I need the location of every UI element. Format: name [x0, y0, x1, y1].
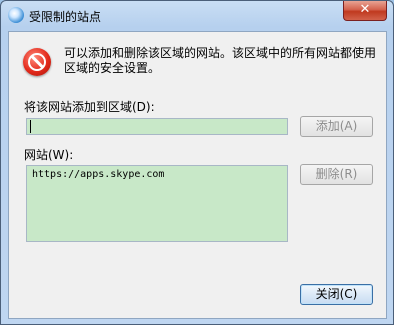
remove-button[interactable]: 删除(R) [300, 164, 373, 185]
add-button[interactable]: 添加(A) [300, 116, 373, 137]
text-caret [30, 120, 31, 133]
prohibited-icon [23, 48, 51, 76]
window-title: 受限制的站点 [29, 10, 102, 24]
add-site-label: 将该网站添加到区域(D): [24, 100, 155, 114]
info-message: 可以添加和删除该区域的网站。该区域中的所有网站都使用区域的安全设置。 [64, 46, 377, 75]
close-icon: ✕ [359, 2, 371, 17]
globe-icon [8, 7, 24, 23]
restricted-sites-dialog: 受限制的站点 ✕ 可以添加和删除该区域的网站。该区域中的所有网站都使用区域的安全… [0, 0, 394, 325]
close-window-button[interactable]: ✕ [343, 1, 387, 21]
site-url-input[interactable] [26, 118, 288, 135]
websites-label: 网站(W): [24, 148, 74, 162]
close-button[interactable]: 关闭(C) [300, 284, 373, 305]
list-item[interactable]: https://apps.skype.com [32, 169, 164, 180]
dialog-body: 可以添加和删除该区域的网站。该区域中的所有网站都使用区域的安全设置。 将该网站添… [8, 31, 387, 319]
title-bar[interactable]: 受限制的站点 ✕ [1, 1, 393, 31]
websites-list[interactable]: https://apps.skype.com [26, 165, 288, 242]
